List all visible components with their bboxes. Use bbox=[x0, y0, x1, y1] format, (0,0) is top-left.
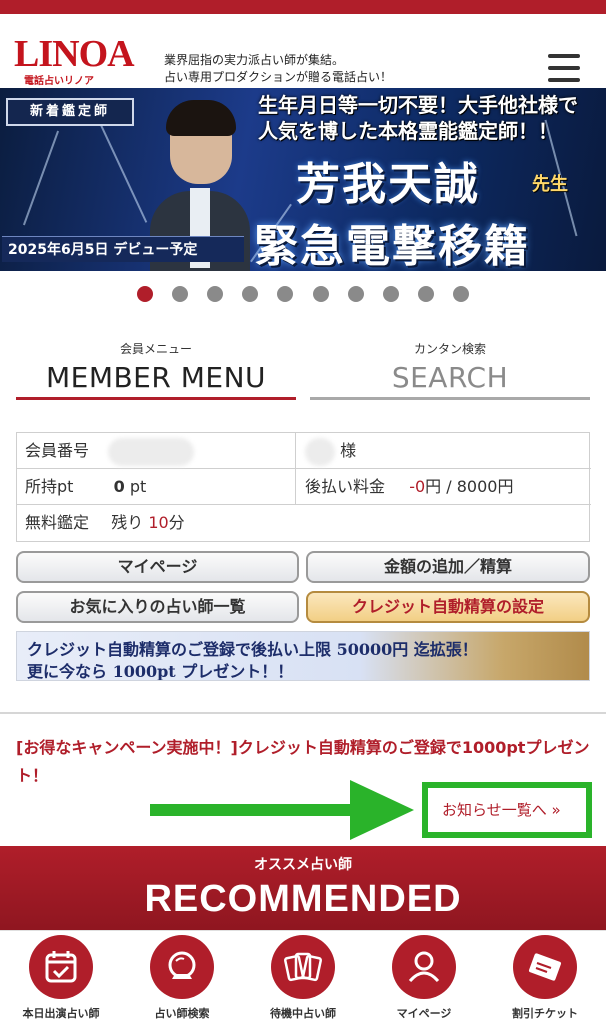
top-accent-bar bbox=[0, 0, 606, 14]
hamburger-menu-icon[interactable] bbox=[548, 54, 582, 84]
points-label: 所持pt bbox=[25, 477, 74, 496]
points-unit: pt bbox=[129, 477, 147, 496]
site-header: LINOA 電話占いリノア 業界屈指の実力派占い師が集結。 占い専用プロダクショ… bbox=[0, 14, 606, 90]
hero-banner[interactable]: 新着鑑定師 生年月日等一切不要！大手他社様で 人気を博した本格霊能鑑定師！！ 芳… bbox=[0, 88, 606, 271]
free-minutes: 10 bbox=[148, 513, 169, 532]
member-number-label: 会員番号 bbox=[25, 441, 90, 460]
carousel-dot[interactable] bbox=[347, 286, 364, 302]
section-divider bbox=[0, 712, 606, 714]
tab-member-menu[interactable]: 会員メニュー MEMBER MENU bbox=[16, 338, 296, 400]
nav-discount-ticket[interactable]: 割引チケット bbox=[490, 935, 600, 1024]
reader-name: 芳我天誠 bbox=[296, 159, 480, 210]
banner-headline: 生年月日等一切不要！大手他社様で 人気を博した本格霊能鑑定師！！ bbox=[258, 92, 603, 144]
nav-mypage[interactable]: マイページ bbox=[369, 935, 479, 1024]
logo-text: LINOA bbox=[14, 33, 135, 75]
points-value: 0 bbox=[113, 477, 125, 496]
carousel-dot[interactable] bbox=[172, 286, 189, 302]
carousel-dot[interactable] bbox=[417, 286, 434, 302]
green-arrow-annotation bbox=[150, 780, 422, 840]
news-list-link[interactable]: お知らせ一覧へ » bbox=[422, 782, 592, 838]
tagline-line-1: 業界屈指の実力派占い師が集結。 bbox=[164, 53, 345, 67]
tab-search[interactable]: カンタン検索 SEARCH bbox=[310, 338, 590, 400]
banner-line-2: 人気を博した本格霊能鑑定師！！ bbox=[258, 119, 558, 143]
banner-main-copy: 緊急電撃移籍 bbox=[254, 221, 530, 271]
tagline-line-2: 占い専用プロダクションが贈る電話占い！ bbox=[164, 70, 393, 84]
add-amount-button[interactable]: 金額の追加／精算 bbox=[306, 551, 590, 583]
free-reading-label: 無料鑑定 bbox=[25, 513, 90, 532]
carousel-dot[interactable] bbox=[207, 286, 224, 302]
carousel-dot[interactable] bbox=[277, 286, 294, 302]
nav-waiting-readers[interactable]: 待機中占い師 bbox=[248, 935, 358, 1024]
nav-reader-search[interactable]: 占い師検索 bbox=[127, 935, 237, 1024]
favorites-button[interactable]: お気に入りの占い師一覧 bbox=[16, 591, 299, 623]
bottom-navigation: 本日出演占い師 占い師検索 待機中占い師 マイページ 割引チケット bbox=[0, 930, 606, 1024]
ticket-icon bbox=[513, 935, 577, 999]
credit-promo-banner[interactable]: クレジット自動精算のご登録で後払い上限 50000円 迄拡張！ 更に今なら 10… bbox=[16, 631, 590, 681]
honorific: 様 bbox=[340, 441, 357, 460]
menu-tabs: 会員メニュー MEMBER MENU カンタン検索 SEARCH bbox=[16, 338, 590, 404]
tab-search-title: SEARCH bbox=[391, 361, 509, 394]
account-info-table: 会員番号 様 所持pt 0 pt 後払い料金 -0円 / 8000円 無料鑑定 … bbox=[16, 432, 591, 542]
tab-member-title: MEMBER MENU bbox=[45, 361, 267, 394]
recommended-header: オススメ占い師 RECOMMENDED bbox=[0, 846, 606, 930]
nav-today-readers[interactable]: 本日出演占い師 bbox=[6, 935, 116, 1024]
reader-title: 先生 bbox=[532, 174, 568, 195]
nav-label: 本日出演占い師 bbox=[22, 1007, 100, 1020]
carousel-dots bbox=[0, 286, 606, 304]
postpay-label: 後払い料金 bbox=[305, 477, 386, 496]
carousel-dot[interactable] bbox=[137, 286, 154, 302]
free-remaining-label: 残り bbox=[111, 513, 144, 532]
free-unit: 分 bbox=[168, 513, 185, 532]
credit-setting-button[interactable]: クレジット自動精算の設定 bbox=[306, 591, 590, 623]
recommended-title: RECOMMENDED bbox=[144, 878, 462, 920]
postpay-value: -0 bbox=[409, 477, 426, 496]
linoa-logo[interactable]: LINOA 電話占いリノア bbox=[14, 33, 149, 87]
nav-label: マイページ bbox=[396, 1007, 452, 1020]
tagline: 業界屈指の実力派占い師が集結。 占い専用プロダクションが贈る電話占い！ bbox=[164, 52, 392, 86]
new-reader-badge: 新着鑑定師 bbox=[6, 98, 134, 126]
debut-date: 2025年6月5日 デビュー予定 bbox=[2, 236, 244, 262]
carousel-dot[interactable] bbox=[382, 286, 399, 302]
user-icon bbox=[392, 935, 456, 999]
nav-label: 待機中占い師 bbox=[270, 1007, 336, 1020]
tarot-cards-icon bbox=[271, 935, 335, 999]
crystal-ball-icon bbox=[150, 935, 214, 999]
tab-member-subtitle: 会員メニュー bbox=[119, 342, 192, 356]
recommended-subtitle: オススメ占い師 bbox=[254, 857, 352, 873]
credit-promo-line-1: クレジット自動精算のご登録で後払い上限 50000円 迄拡張！ bbox=[27, 640, 478, 659]
logo-subtitle: 電話占いリノア bbox=[24, 76, 94, 87]
member-number-redacted bbox=[108, 437, 195, 466]
credit-promo-line-2: 更に今なら 1000pt プレゼント！！ bbox=[27, 662, 294, 681]
postpay-limit: 円 / 8000円 bbox=[425, 477, 514, 496]
carousel-dot[interactable] bbox=[312, 286, 329, 302]
calendar-check-icon bbox=[29, 935, 93, 999]
nav-label: 占い師検索 bbox=[154, 1007, 210, 1020]
carousel-dot[interactable] bbox=[452, 286, 469, 302]
banner-line-1: 生年月日等一切不要！大手他社様で bbox=[258, 93, 578, 117]
nav-label: 割引チケット bbox=[512, 1007, 578, 1020]
tab-search-subtitle: カンタン検索 bbox=[413, 342, 486, 356]
mypage-button[interactable]: マイページ bbox=[16, 551, 299, 583]
carousel-dot[interactable] bbox=[242, 286, 259, 302]
member-name-redacted bbox=[305, 437, 335, 466]
